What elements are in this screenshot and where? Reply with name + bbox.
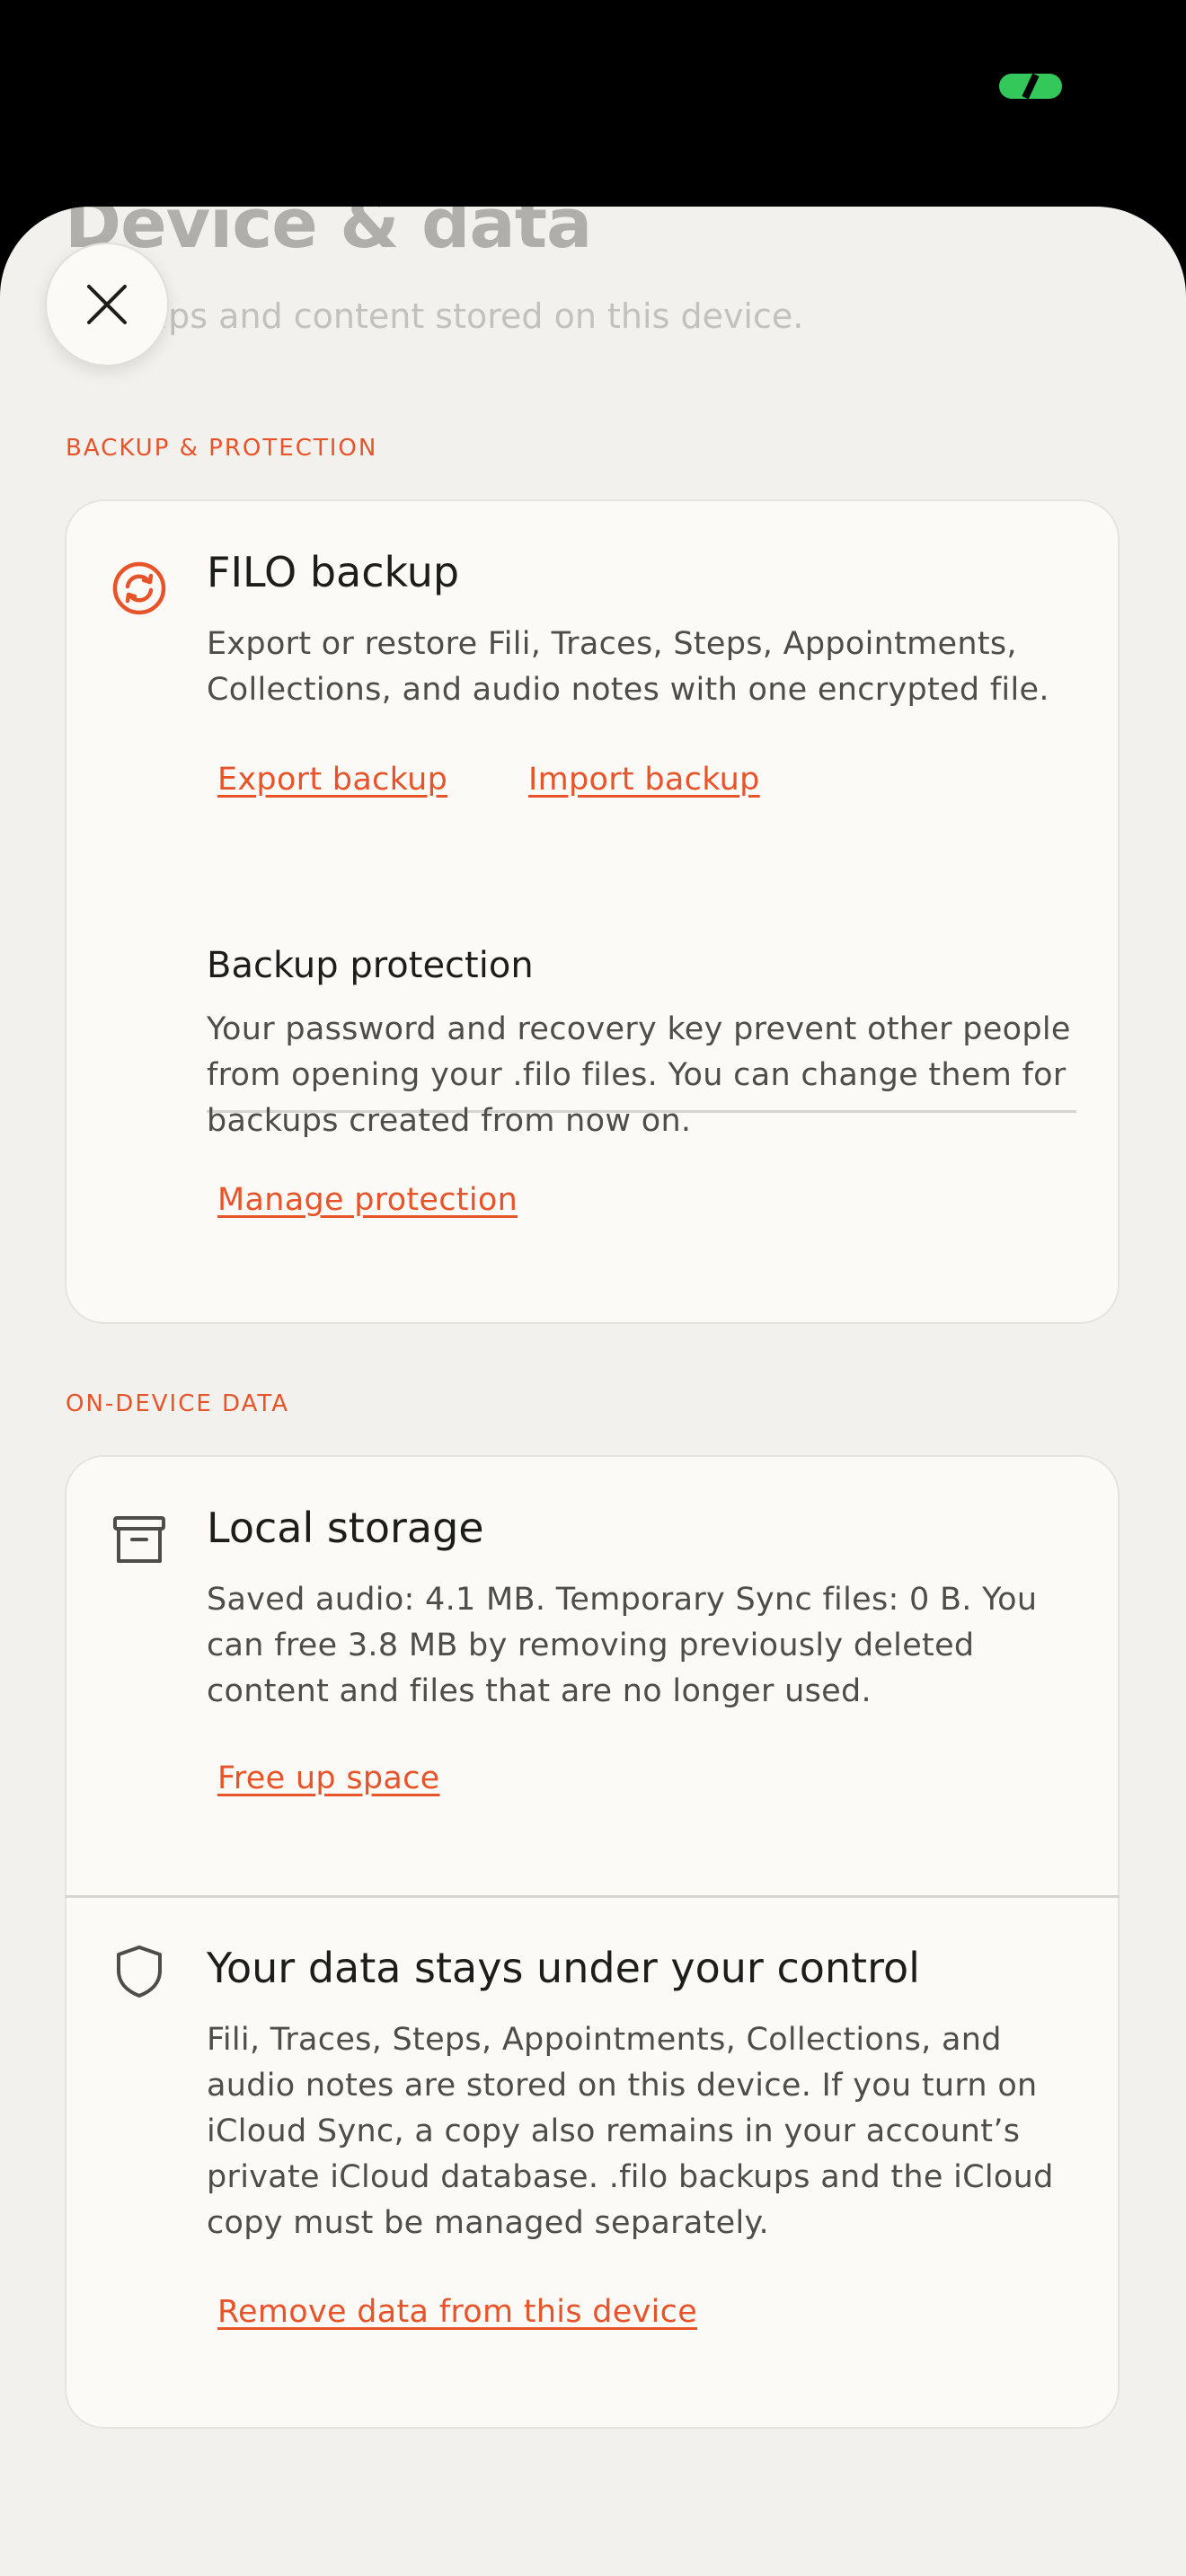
on-device-card: Local storage Saved audio: 4.1 MB. Tempo… (65, 1455, 1120, 2429)
card-divider (65, 1895, 1120, 1898)
local-storage-title: Local storage (207, 1504, 484, 1552)
archive-box-icon (113, 1516, 165, 1563)
section-label-on-device: ON-DEVICE DATA (66, 1390, 290, 1417)
section-label-backup: BACKUP & PROTECTION (66, 435, 378, 462)
sync-icon (112, 561, 166, 615)
backup-card: FILO backup Export or restore Fili, Trac… (65, 499, 1120, 1324)
page-subtitle: Backups and content stored on this devic… (65, 296, 804, 336)
close-icon (87, 285, 127, 324)
import-backup-button[interactable]: Import backup (528, 762, 760, 798)
shield-icon (117, 1945, 162, 1998)
filo-backup-title: FILO backup (207, 548, 460, 596)
close-button[interactable] (45, 243, 169, 366)
status-bar (0, 0, 1186, 180)
backup-protection-title: Backup protection (207, 945, 534, 986)
export-backup-button[interactable]: Export backup (217, 762, 447, 798)
sheet-header: Device & data Backups and content stored… (0, 207, 1186, 431)
remove-data-button[interactable]: Remove data from this device (217, 2294, 697, 2330)
manage-protection-button[interactable]: Manage protection (217, 1182, 518, 1218)
status-indicator-icon (999, 73, 1062, 100)
device-data-sheet: Device & data Backups and content stored… (0, 207, 1186, 2576)
filo-backup-description: Export or restore Fili, Traces, Steps, A… (207, 626, 1049, 708)
data-control-title: Your data stays under your control (207, 1944, 920, 1992)
free-up-space-button[interactable]: Free up space (217, 1760, 440, 1796)
local-storage-description: Saved audio: 4.1 MB. Temporary Sync file… (207, 1582, 1038, 1709)
data-control-description: Fili, Traces, Steps, Appointments, Colle… (207, 2022, 1054, 2241)
backup-protection-description: Your password and recovery key prevent o… (207, 1011, 1071, 1139)
